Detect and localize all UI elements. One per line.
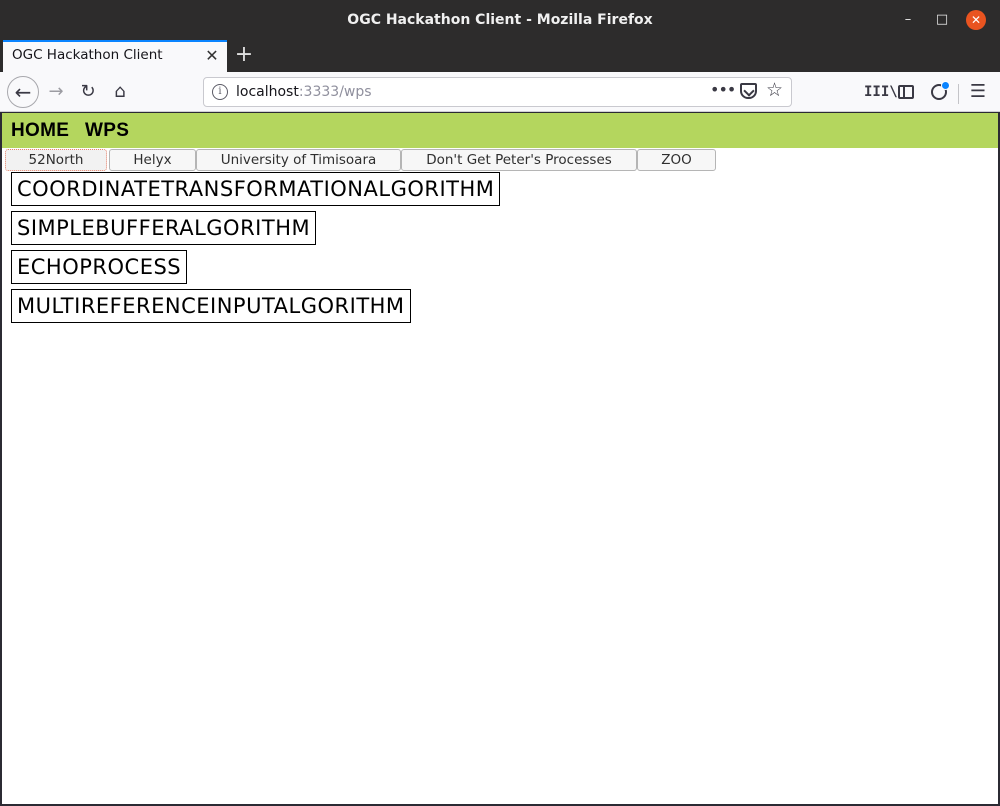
url-text[interactable]: localhost:3333/wps	[236, 84, 372, 100]
url-bar[interactable]: i localhost:3333/wps ••• ☆	[203, 77, 792, 107]
tab-strip: OGC Hackathon Client ✕	[0, 40, 1000, 72]
process-item[interactable]: MULTIREFERENCEINPUTALGORITHM	[11, 289, 411, 323]
close-window-button[interactable]: ✕	[966, 10, 986, 30]
provider-tab-dont-get-peters-processes[interactable]: Don't Get Peter's Processes	[401, 149, 637, 171]
account-icon[interactable]	[929, 80, 950, 104]
nav-home-link[interactable]: HOME	[11, 120, 69, 142]
url-path: :3333/wps	[298, 84, 372, 100]
home-icon[interactable]: ⌂	[106, 78, 134, 106]
provider-tab-zoo[interactable]: ZOO	[637, 149, 716, 171]
tab-title: OGC Hackathon Client	[12, 47, 163, 63]
page-content: HOME WPS 52North Helyx University of Tim…	[2, 113, 998, 804]
menu-icon[interactable]: ☰	[966, 80, 990, 104]
process-item[interactable]: SIMPLEBUFFERALGORITHM	[11, 211, 317, 245]
maximize-button[interactable]: □	[932, 10, 952, 30]
nav-wps-link[interactable]: WPS	[85, 120, 129, 142]
firefox-window: OGC Hackathon Client - Mozilla Firefox –…	[0, 0, 1000, 806]
process-item[interactable]: COORDINATETRANSFORMATIONALGORITHM	[11, 172, 501, 206]
new-tab-button[interactable]: +	[232, 40, 256, 72]
url-host: localhost	[236, 84, 299, 100]
title-bar: OGC Hackathon Client - Mozilla Firefox –…	[0, 0, 1000, 40]
window-title: OGC Hackathon Client - Mozilla Firefox	[347, 12, 653, 28]
provider-tab-university-of-timisoara[interactable]: University of Timisoara	[196, 149, 401, 171]
process-item[interactable]: ECHOPROCESS	[11, 250, 188, 284]
app-header: HOME WPS	[2, 113, 998, 148]
browser-tab[interactable]: OGC Hackathon Client ✕	[3, 40, 227, 72]
back-arrow-icon[interactable]: ←	[7, 76, 39, 108]
star-icon[interactable]: ☆	[766, 79, 783, 101]
toolbar-separator	[958, 84, 959, 104]
navigation-toolbar: ← → ↻ ⌂ i localhost:3333/wps ••• ☆ III\ …	[0, 72, 1000, 112]
sidebar-icon[interactable]	[896, 80, 916, 104]
pocket-icon[interactable]	[740, 83, 757, 99]
minimize-button[interactable]: –	[898, 10, 918, 30]
library-icon[interactable]: III\	[864, 80, 898, 104]
provider-tab-52north[interactable]: 52North	[5, 149, 107, 171]
reload-icon[interactable]: ↻	[74, 78, 102, 106]
provider-tab-helyx[interactable]: Helyx	[109, 149, 196, 171]
info-icon[interactable]: i	[212, 84, 228, 100]
forward-arrow-icon[interactable]: →	[42, 78, 70, 106]
page-actions-button[interactable]: •••	[710, 80, 736, 99]
tab-close-button[interactable]: ✕	[203, 46, 221, 66]
